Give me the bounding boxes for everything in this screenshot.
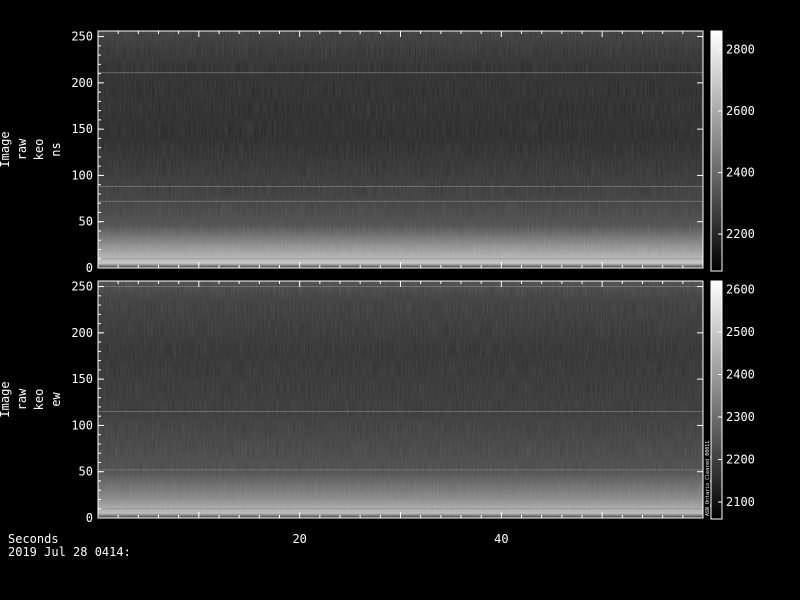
colorbar-tick-label: 2300: [726, 410, 755, 424]
date-label: 2019 Jul 28 0414:: [8, 545, 131, 559]
y-tick-label: 250: [71, 30, 93, 44]
y-tick-label: 50: [79, 465, 93, 479]
colorbar-tick-label: 2100: [726, 495, 755, 509]
colorbar-tick-label: 2800: [726, 42, 755, 56]
y-axis-label-line: Image: [0, 131, 12, 167]
y-axis-label-line: Image: [0, 381, 12, 417]
heatmap-noise-1: [98, 31, 703, 268]
colorbar-2: [711, 281, 722, 519]
y-axis-label-line: ew: [49, 392, 63, 407]
colorbar-tick-label: 2600: [726, 104, 755, 118]
y-tick-label: 250: [71, 280, 93, 294]
y-axis-label-line: ns: [49, 142, 63, 156]
colorbar-tick-label: 2200: [726, 453, 755, 467]
y-tick-label: 100: [71, 418, 93, 432]
x-tick-label: 20: [292, 532, 306, 546]
y-tick-label: 200: [71, 76, 93, 90]
x-axis-label: Seconds: [8, 532, 59, 546]
colorbar-tick-label: 2600: [726, 283, 755, 297]
y-tick-label: 150: [71, 372, 93, 386]
y-axis-label-line: raw: [15, 138, 29, 160]
heatmap-noise-2: [98, 281, 703, 518]
y-tick-label: 50: [79, 215, 93, 229]
keogram-figure: 050100150200250Image raw keo ns220024002600…: [0, 30, 755, 559]
y-axis-label-line: keo: [32, 139, 46, 161]
y-tick-label: 100: [71, 168, 93, 182]
y-axis-label-line: raw: [15, 388, 29, 410]
y-tick-label: 150: [71, 122, 93, 136]
colorbar-tick-label: 2400: [726, 166, 755, 180]
y-tick-label: 0: [86, 261, 93, 275]
y-axis-label-line: keo: [32, 389, 46, 411]
colorbar-tick-label: 2400: [726, 368, 755, 382]
colorbar-tick-label: 2500: [726, 325, 755, 339]
side-note: ASN_Ontario_Cleared_00011: [705, 441, 711, 516]
colorbar-1: [711, 31, 722, 271]
y-tick-label: 200: [71, 326, 93, 340]
x-tick-label: 40: [494, 532, 508, 546]
colorbar-tick-label: 2200: [726, 227, 755, 241]
y-tick-label: 0: [86, 511, 93, 525]
